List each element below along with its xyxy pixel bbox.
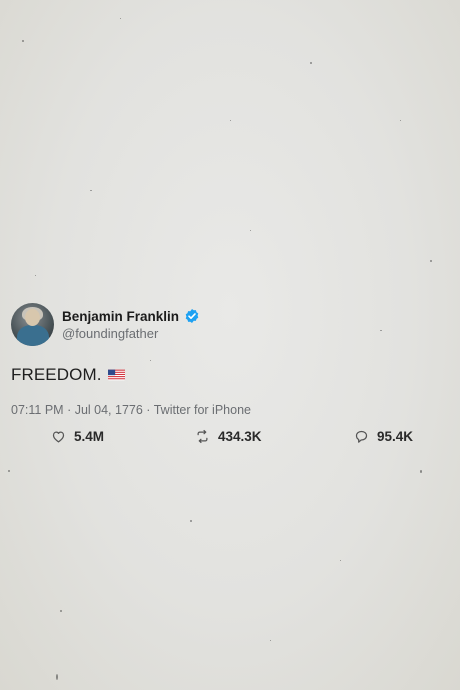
tweet-meta: 07:11 PM · Jul 04, 1776 · Twitter for iP…: [11, 403, 251, 417]
retweet-button[interactable]: 434.3K: [195, 429, 262, 444]
tweet-text-content: FREEDOM.: [11, 365, 102, 384]
tweet-actions: 5.4M 434.3K 95.4K: [11, 429, 431, 451]
tweet-time[interactable]: 07:11 PM: [11, 403, 64, 417]
name-row: Benjamin Franklin: [62, 308, 200, 324]
tweet-date[interactable]: Jul 04, 1776: [75, 403, 143, 417]
retweet-count: 434.3K: [218, 429, 262, 444]
us-flag-icon: [107, 369, 125, 381]
like-button[interactable]: 5.4M: [51, 429, 104, 444]
reply-icon: [355, 430, 368, 443]
avatar[interactable]: [11, 303, 54, 346]
user-handle[interactable]: @foundingfather: [62, 326, 200, 341]
tweet-text: FREEDOM.: [11, 365, 431, 385]
tweet-card: Benjamin Franklin @foundingfather FREEDO…: [11, 303, 431, 451]
display-name[interactable]: Benjamin Franklin: [62, 309, 179, 324]
reply-button[interactable]: 95.4K: [354, 429, 413, 444]
like-count: 5.4M: [74, 429, 105, 444]
tweet-header: Benjamin Franklin @foundingfather: [11, 303, 431, 346]
author-info: Benjamin Franklin @foundingfather: [62, 308, 200, 341]
heart-icon: [52, 431, 65, 443]
retweet-icon: [197, 429, 208, 444]
tweet-source[interactable]: Twitter for iPhone: [154, 403, 251, 417]
reply-count: 95.4K: [377, 429, 414, 444]
verified-badge-icon: [185, 309, 199, 323]
